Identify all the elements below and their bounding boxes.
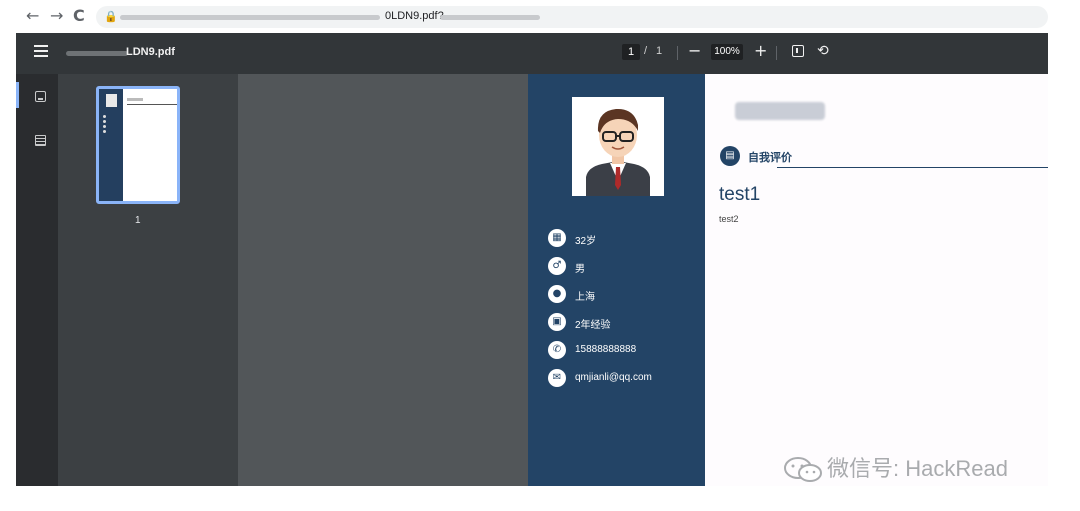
rotate-icon[interactable]: ⟲: [817, 42, 829, 60]
file-name: LDN9.pdf: [126, 46, 175, 58]
page-number-input[interactable]: 1: [622, 44, 640, 60]
active-tab-indicator: [16, 82, 19, 108]
phone-icon: ✆: [548, 341, 566, 359]
document-outline-icon[interactable]: [35, 135, 46, 146]
zoom-in-button[interactable]: +: [754, 41, 767, 61]
resume-main: ▤ 自我评价 test1 test2: [705, 74, 1048, 486]
thumbnail-page-number: 1: [135, 215, 141, 226]
briefcase-icon: ▣: [548, 313, 566, 331]
thumbnail-dot: [103, 130, 106, 133]
watermark: 微信号: HackRead: [783, 451, 1008, 483]
resume-sidebar: ▦ 32岁 ♂ 男 ● 上海 ▣ 2年经验 ✆ 15888888888 ✉ qm…: [528, 74, 705, 486]
zoom-level-input[interactable]: 100%: [711, 44, 743, 60]
thumbnails-icon[interactable]: [35, 91, 46, 102]
watermark-text: 微信号: HackRead: [827, 456, 1008, 481]
calendar-icon: ▦: [548, 229, 566, 247]
thumbnail-name: [127, 98, 143, 101]
hamburger-menu-icon[interactable]: [34, 45, 48, 57]
url-redacted: [120, 15, 380, 20]
thumbnail-dot: [103, 125, 106, 128]
gender-male-icon: ♂: [548, 257, 566, 275]
info-phone-text: 15888888888: [575, 344, 637, 355]
page-separator: /: [644, 45, 648, 57]
thumbnail-dot: [103, 115, 106, 118]
fit-page-icon[interactable]: [792, 45, 804, 57]
wechat-icon: [784, 457, 822, 483]
document-viewer[interactable]: ▦ 32岁 ♂ 男 ● 上海 ▣ 2年经验 ✆ 15888888888 ✉ qm…: [238, 74, 1048, 486]
evaluation-body: test2: [719, 214, 739, 224]
info-email-text: qmjianli@qq.com: [575, 372, 652, 383]
info-experience-text: 2年经验: [575, 320, 611, 331]
thumbnail-dot: [103, 120, 106, 123]
thumbnail-rule: [127, 104, 177, 105]
browser-bar: ← → C 🔒 0LDN9.pdf?: [0, 0, 1080, 33]
name-redacted: [735, 102, 825, 120]
arrow-right-icon[interactable]: →: [50, 6, 63, 26]
total-pages: 1: [656, 45, 663, 57]
file-name-redacted: [66, 51, 128, 56]
profile-avatar: [572, 97, 664, 196]
reload-icon[interactable]: C: [73, 6, 85, 26]
zoom-out-button[interactable]: −: [688, 41, 701, 61]
section-divider: [777, 167, 1048, 168]
comment-icon: ▤: [720, 146, 740, 166]
evaluation-heading: test1: [719, 184, 761, 205]
thumbnail-photo: [106, 94, 117, 107]
section-title: 自我评价: [748, 152, 792, 164]
info-age-text: 32岁: [575, 236, 597, 247]
page-thumbnail[interactable]: [96, 86, 180, 204]
thumbnail-pane: 1: [58, 74, 238, 486]
pdf-page: ▦ 32岁 ♂ 男 ● 上海 ▣ 2年经验 ✆ 15888888888 ✉ qm…: [528, 74, 1048, 486]
pdf-toolbar: LDN9.pdf 1 / 1 − 100% + ⟲: [16, 33, 1048, 74]
sidebar-rail: [16, 74, 58, 486]
url-redacted-query: [440, 15, 540, 20]
toolbar-divider: [677, 46, 678, 60]
info-location-text: 上海: [575, 292, 595, 303]
info-gender-text: 男: [575, 264, 585, 275]
mail-icon: ✉: [548, 369, 566, 387]
url-text[interactable]: 0LDN9.pdf?: [385, 10, 444, 22]
lock-icon: 🔒: [104, 10, 118, 23]
toolbar-divider: [776, 46, 777, 60]
arrow-left-icon[interactable]: ←: [26, 6, 39, 26]
location-pin-icon: ●: [548, 285, 566, 303]
